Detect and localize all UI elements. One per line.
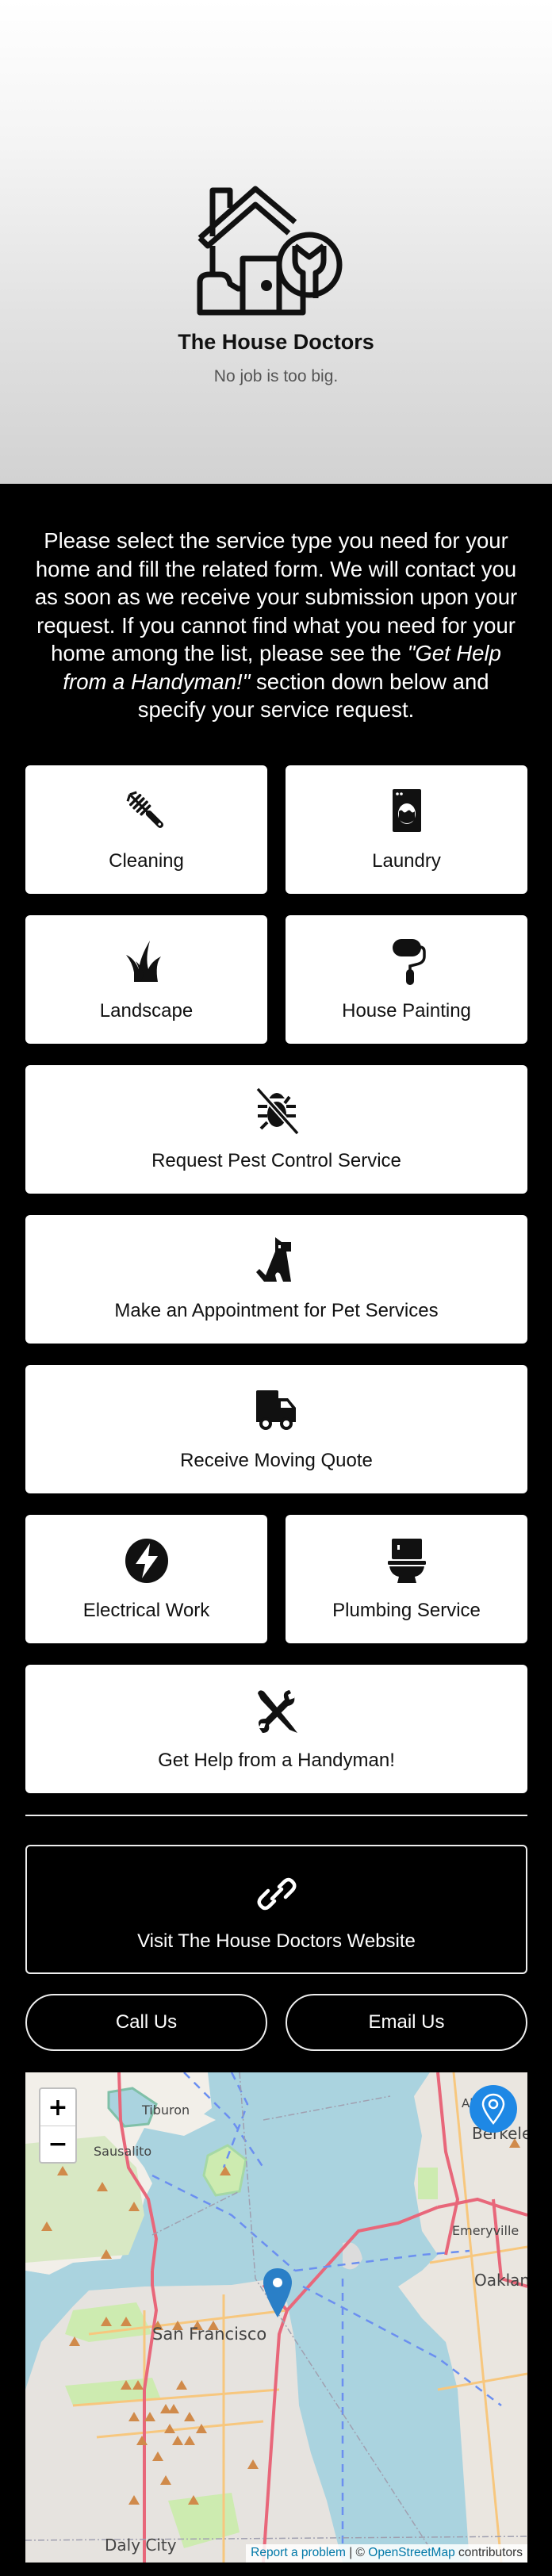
- call-us-button[interactable]: Call Us: [25, 1994, 267, 2051]
- business-name: The House Doctors: [178, 330, 374, 354]
- brush-icon: [126, 791, 163, 828]
- map-label-san-francisco: San Francisco: [152, 2325, 267, 2344]
- map-label-oakland: Oakland: [474, 2271, 527, 2290]
- zoom-out-button[interactable]: −: [40, 2126, 75, 2162]
- map-label-tiburon: Tiburon: [142, 2103, 190, 2118]
- service-label: House Painting: [342, 1000, 471, 1022]
- service-card-pet-services[interactable]: Make an Appointment for Pet Services: [25, 1215, 527, 1344]
- service-grid: Cleaning Laundry Landscape House Paintin…: [0, 765, 552, 1793]
- service-label: Electrical Work: [82, 1600, 210, 1621]
- bolt-icon: [125, 1539, 168, 1583]
- service-card-moving[interactable]: Receive Moving Quote: [25, 1365, 527, 1493]
- service-card-plumbing[interactable]: Plumbing Service: [286, 1515, 527, 1643]
- link-icon: [257, 1877, 296, 1911]
- email-us-button[interactable]: Email Us: [286, 1994, 527, 2051]
- house-wrench-icon: [197, 186, 343, 316]
- map-attribution: Report a problem | © OpenStreetMap contr…: [246, 2544, 527, 2563]
- service-card-house-painting[interactable]: House Painting: [286, 915, 527, 1044]
- paint-roller-icon: [392, 939, 426, 985]
- service-label: Laundry: [372, 850, 441, 872]
- map-label-emeryville: Emeryville: [452, 2223, 519, 2238]
- zoom-in-button[interactable]: +: [40, 2089, 75, 2126]
- map-label-sausalito: Sausalito: [94, 2144, 152, 2159]
- service-label: Receive Moving Quote: [180, 1450, 373, 1471]
- locate-button[interactable]: [470, 2085, 517, 2133]
- service-card-handyman[interactable]: Get Help from a Handyman!: [25, 1665, 527, 1793]
- service-label: Request Pest Control Service: [151, 1150, 401, 1171]
- service-card-laundry[interactable]: Laundry: [286, 765, 527, 894]
- service-label: Landscape: [99, 1000, 194, 1022]
- toilet-icon: [387, 1539, 426, 1583]
- business-tagline: No job is too big.: [213, 367, 339, 385]
- visit-website-label: Visit The House Doctors Website: [137, 1930, 416, 1952]
- attribution-suffix: contributors: [454, 2546, 523, 2559]
- intro-text: Please select the service type you need …: [0, 484, 552, 765]
- dog-icon: [255, 1237, 291, 1282]
- map-label-daly-city: Daly City: [105, 2536, 177, 2555]
- visit-website-button[interactable]: Visit The House Doctors Website: [25, 1845, 527, 1974]
- bottom-spacer: [0, 2563, 552, 2571]
- tools-icon: [257, 1690, 297, 1733]
- attribution-separator: | ©: [345, 2546, 369, 2559]
- service-label: Make an Appointment for Pet Services: [114, 1300, 439, 1321]
- service-label: Get Help from a Handyman!: [158, 1750, 395, 1771]
- service-label: Plumbing Service: [332, 1600, 481, 1621]
- contact-buttons: Call Us Email Us: [25, 1994, 527, 2051]
- zoom-control: + −: [39, 2087, 77, 2164]
- grass-icon: [125, 941, 161, 982]
- truck-icon: [255, 1390, 296, 1430]
- report-problem-link[interactable]: Report a problem: [251, 2546, 346, 2559]
- washing-machine-icon: [392, 789, 421, 832]
- openstreetmap-link[interactable]: OpenStreetMap: [368, 2546, 454, 2559]
- service-card-cleaning[interactable]: Cleaning: [25, 765, 267, 894]
- pest-control-icon: [255, 1087, 300, 1135]
- hero-header: The House Doctors No job is too big.: [0, 0, 552, 484]
- service-label: Cleaning: [109, 850, 184, 872]
- service-card-electrical[interactable]: Electrical Work: [25, 1515, 267, 1643]
- location-pin-icon[interactable]: [262, 2268, 293, 2317]
- section-divider: [25, 1815, 527, 1816]
- service-card-landscape[interactable]: Landscape: [25, 915, 267, 1044]
- map-marker-icon: [481, 2093, 505, 2125]
- location-map[interactable]: Tiburon Sausalito Albany Berkeley Emeryv…: [25, 2072, 527, 2563]
- service-card-pest-control[interactable]: Request Pest Control Service: [25, 1065, 527, 1194]
